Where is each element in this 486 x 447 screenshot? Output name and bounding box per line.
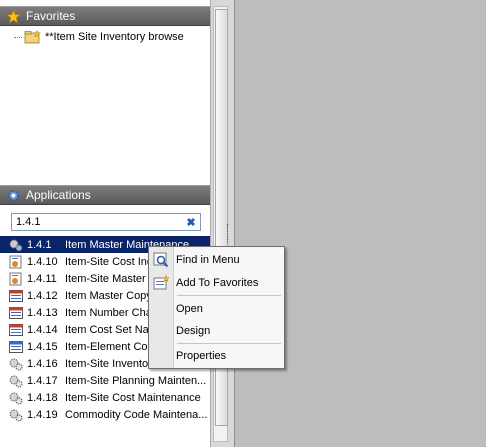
menu-item-label: Open (176, 303, 203, 315)
row-code: 1.4.12 (27, 289, 58, 302)
table-row[interactable]: 1.4.17 Item-Site Planning Mainten... (0, 372, 210, 389)
menu-item-open[interactable]: Open (149, 299, 284, 319)
menu-item-properties[interactable]: Properties (149, 346, 284, 366)
menu-item-label: Find in Menu (176, 254, 240, 266)
favorites-title: Favorites (26, 9, 76, 23)
add-favorite-icon (152, 275, 170, 291)
star-icon (5, 8, 21, 24)
tree-connector (14, 36, 22, 38)
splitter-grip-icon[interactable] (227, 224, 231, 242)
table-row[interactable]: 1.4.18 Item-Site Cost Maintenance (0, 389, 210, 406)
row-code: 1.4.1 (27, 238, 52, 251)
form-icon (8, 289, 24, 303)
favorite-item[interactable]: **Item Site Inventory browse (14, 29, 184, 44)
gears-icon (8, 408, 24, 422)
menu-separator (177, 343, 281, 344)
gears-icon (8, 238, 24, 252)
menu-item-add-to-favorites[interactable]: Add To Favorites (149, 273, 284, 293)
gears-icon (8, 374, 24, 388)
inquiry-icon (8, 272, 24, 286)
find-icon (152, 252, 170, 268)
workspace-area (234, 0, 486, 447)
row-code: 1.4.17 (27, 374, 58, 387)
row-code: 1.4.18 (27, 391, 58, 404)
search-box: ✖ (11, 213, 201, 231)
row-code: 1.4.19 (27, 408, 58, 421)
form-icon (8, 340, 24, 354)
table-row[interactable]: 1.4.19 Commodity Code Maintena... (0, 406, 210, 423)
navigation-panel: Favorites **Item Site Inventory browse A… (0, 0, 210, 447)
menu-item-label: Add To Favorites (176, 277, 259, 289)
menu-item-design[interactable]: Design (149, 321, 284, 341)
favorite-item-label: **Item Site Inventory browse (45, 31, 184, 43)
inquiry-icon (8, 255, 24, 269)
gear-icon (5, 187, 21, 203)
favorites-list: **Item Site Inventory browse (0, 28, 210, 183)
folder-star-icon (24, 29, 42, 44)
menu-separator (177, 295, 281, 296)
gears-icon (8, 357, 24, 371)
menu-item-find-in-menu[interactable]: Find in Menu (149, 250, 284, 270)
clear-search-icon[interactable]: ✖ (184, 215, 198, 229)
search-input[interactable] (12, 216, 181, 228)
form-icon (8, 323, 24, 337)
row-code: 1.4.15 (27, 340, 58, 353)
applications-title: Applications (26, 188, 91, 202)
context-menu: Find in Menu Add To Favorites Open Desig… (148, 246, 285, 369)
row-name: Item-Site Planning Mainten... (65, 374, 207, 387)
panel-splitter[interactable] (210, 0, 234, 447)
menu-item-label: Properties (176, 350, 227, 362)
row-code: 1.4.11 (27, 272, 57, 285)
row-name: Item-Site Cost Maintenance (65, 391, 201, 404)
row-name: Commodity Code Maintena... (65, 408, 208, 421)
form-icon (8, 306, 24, 320)
row-code: 1.4.13 (27, 306, 58, 319)
gears-icon (8, 391, 24, 405)
favorites-header[interactable]: Favorites (0, 6, 210, 26)
row-code: 1.4.10 (27, 255, 58, 268)
row-code: 1.4.14 (27, 323, 58, 336)
applications-header[interactable]: Applications (0, 185, 210, 205)
menu-item-label: Design (176, 325, 211, 337)
vertical-scrollbar[interactable] (213, 6, 228, 442)
row-code: 1.4.16 (27, 357, 58, 370)
